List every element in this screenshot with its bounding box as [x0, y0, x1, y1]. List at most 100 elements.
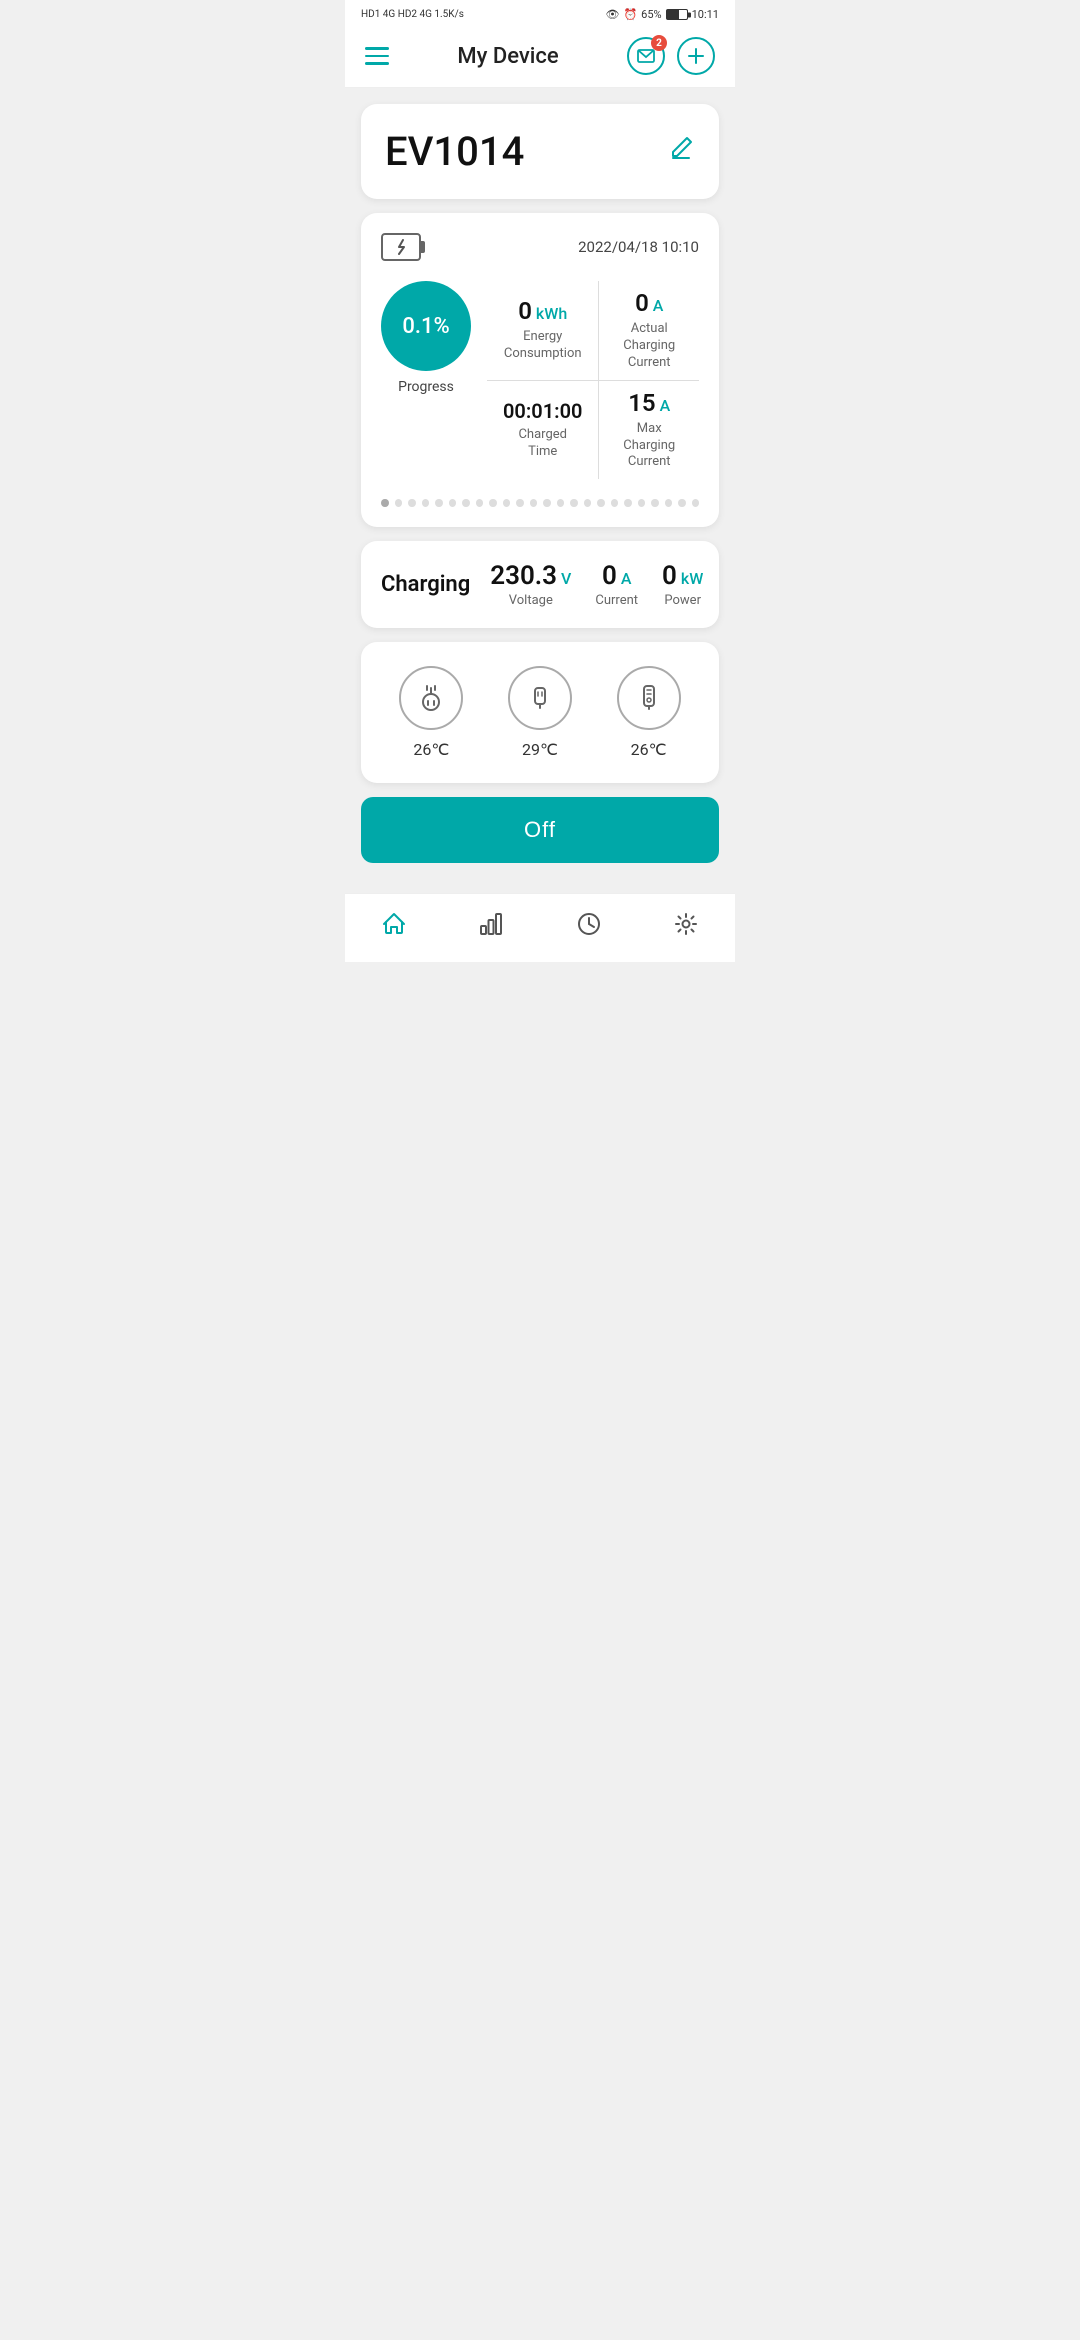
power-value: 0 kW — [662, 561, 703, 591]
progress-value: 0.1% — [402, 314, 449, 339]
dot-5[interactable] — [449, 499, 457, 507]
page-title: My Device — [457, 44, 558, 69]
status-left: HD1 4G HD2 4G 1.5K/s — [361, 9, 464, 20]
dot-7[interactable] — [476, 499, 484, 507]
dots-row — [381, 499, 699, 507]
current-value: 0 A — [602, 561, 631, 591]
dot-1[interactable] — [395, 499, 403, 507]
dot-12[interactable] — [543, 499, 551, 507]
dot-20[interactable] — [651, 499, 659, 507]
dot-9[interactable] — [503, 499, 511, 507]
actual-current-label: ActualCharging Current — [615, 321, 683, 372]
progress-circle: 0.1% — [381, 281, 471, 371]
device-icon — [633, 682, 665, 714]
progress-label: Progress — [398, 379, 454, 395]
plug-icon — [415, 682, 447, 714]
device-name: EV1014 — [385, 128, 524, 175]
dot-19[interactable] — [638, 499, 646, 507]
charging-metrics: 230.3 V Voltage 0 A Current 0 kW Power — [490, 561, 703, 608]
connector-icon — [524, 682, 556, 714]
dot-17[interactable] — [611, 499, 619, 507]
dot-21[interactable] — [665, 499, 673, 507]
nav-chart[interactable] — [461, 906, 521, 942]
clock-time: 10:11 — [692, 8, 719, 21]
edit-button[interactable] — [667, 134, 695, 169]
stats-grid: 0 kWh EnergyConsumption 0 A ActualChargi… — [487, 281, 699, 479]
actual-current-stat: 0 A ActualCharging Current — [599, 281, 699, 380]
card-header: 2022/04/18 10:10 — [381, 233, 699, 261]
charging-info-card: Charging 230.3 V Voltage 0 A Current 0 — [361, 541, 719, 628]
current-metric: 0 A Current — [595, 561, 638, 608]
status-bar: HD1 4G HD2 4G 1.5K/s 👁 ⏰ 65% 10:11 — [345, 0, 735, 25]
dot-11[interactable] — [530, 499, 538, 507]
nav-actions: 2 — [627, 37, 715, 75]
charged-time-value: 00:01:00 — [503, 399, 582, 423]
temp-item-connector: 29℃ — [508, 666, 572, 759]
temp-item-device: 26℃ — [617, 666, 681, 759]
nav-home[interactable] — [364, 906, 424, 942]
temp-value-connector: 29℃ — [522, 740, 558, 759]
max-current-stat: 15 A MaxCharging Current — [599, 381, 699, 480]
actual-current-value: 0 A — [635, 289, 663, 317]
dot-6[interactable] — [462, 499, 470, 507]
card-body: 0.1% Progress 0 kWh EnergyConsumption — [381, 281, 699, 479]
settings-icon — [672, 910, 700, 938]
plus-icon — [686, 46, 706, 66]
pencil-icon — [667, 134, 695, 162]
dot-0[interactable] — [381, 499, 389, 507]
dot-18[interactable] — [624, 499, 632, 507]
mail-icon — [637, 49, 655, 63]
dot-15[interactable] — [584, 499, 592, 507]
top-nav: My Device 2 — [345, 25, 735, 88]
max-current-label: MaxCharging Current — [615, 421, 683, 472]
mail-badge: 2 — [651, 35, 667, 51]
dot-16[interactable] — [597, 499, 605, 507]
battery-percent: 65% — [641, 8, 661, 21]
voltage-value: 230.3 V — [490, 561, 571, 591]
nav-settings[interactable] — [656, 906, 716, 942]
dot-13[interactable] — [557, 499, 565, 507]
device-name-card: EV1014 — [361, 104, 719, 199]
off-button[interactable]: Off — [361, 797, 719, 863]
progress-wrap: 0.1% Progress — [381, 281, 471, 395]
home-icon — [380, 910, 408, 938]
dot-14[interactable] — [570, 499, 578, 507]
status-right: 👁 ⏰ 65% 10:11 — [606, 8, 720, 21]
charging-status-card: 2022/04/18 10:10 0.1% Progress 0 kWh Ene… — [361, 213, 719, 527]
mail-button[interactable]: 2 — [627, 37, 665, 75]
dot-23[interactable] — [692, 499, 700, 507]
battery-charging-icon — [381, 233, 421, 261]
power-label: Power — [664, 593, 701, 608]
temp-item-plug: 26℃ — [399, 666, 463, 759]
plug-icon-circle — [399, 666, 463, 730]
nav-clock[interactable] — [559, 906, 619, 942]
voltage-label: Voltage — [509, 593, 553, 608]
dot-10[interactable] — [516, 499, 524, 507]
temp-value-plug: 26℃ — [413, 740, 449, 759]
network-info: HD1 4G HD2 4G 1.5K/s — [361, 9, 464, 20]
bottom-nav — [345, 893, 735, 962]
energy-stat: 0 kWh EnergyConsumption — [487, 281, 598, 380]
energy-label: EnergyConsumption — [504, 329, 582, 363]
alarm-icon: ⏰ — [623, 8, 637, 21]
dot-2[interactable] — [408, 499, 416, 507]
temp-value-device: 26℃ — [631, 740, 667, 759]
dot-4[interactable] — [435, 499, 443, 507]
timestamp: 2022/04/18 10:10 — [578, 238, 699, 256]
max-current-value: 15 A — [628, 389, 670, 417]
charged-time-label: ChargedTime — [518, 427, 567, 461]
dot-3[interactable] — [422, 499, 430, 507]
temperature-card: 26℃ 29℃ — [361, 642, 719, 783]
dot-22[interactable] — [678, 499, 686, 507]
hamburger-menu[interactable] — [365, 47, 389, 65]
voltage-metric: 230.3 V Voltage — [490, 561, 571, 608]
clock-icon — [575, 910, 603, 938]
device-icon-circle — [617, 666, 681, 730]
charged-time-stat: 00:01:00 ChargedTime — [487, 381, 598, 480]
current-label: Current — [595, 593, 638, 608]
dot-8[interactable] — [489, 499, 497, 507]
add-button[interactable] — [677, 37, 715, 75]
chart-icon — [477, 910, 505, 938]
main-content: EV1014 2022/04/18 10:10 0.1% Progress — [345, 88, 735, 893]
connector-icon-circle — [508, 666, 572, 730]
